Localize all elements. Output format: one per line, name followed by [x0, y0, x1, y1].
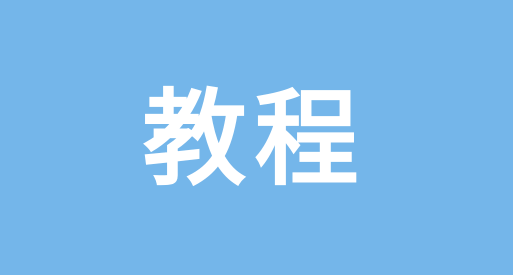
title-banner: 教程 — [0, 0, 513, 275]
banner-title: 教程 — [142, 77, 367, 200]
